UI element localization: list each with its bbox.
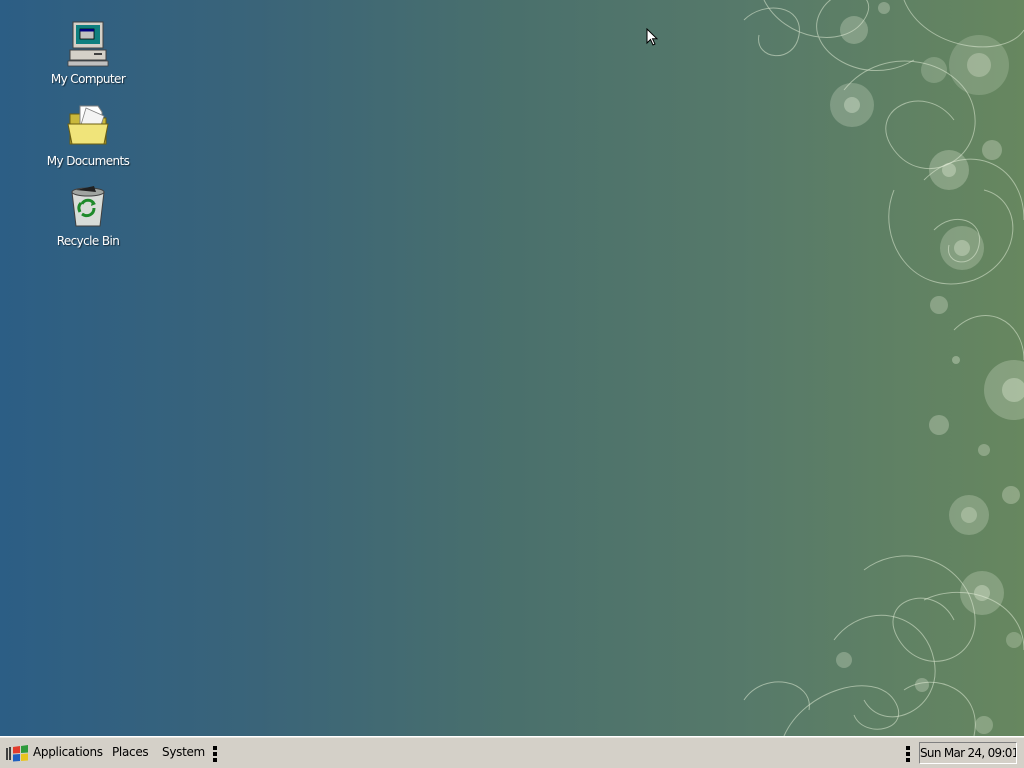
desktop-icon-my-computer[interactable]: My Computer <box>40 20 136 87</box>
wallpaper-swirl-decoration <box>743 0 1024 736</box>
recycle-bin-icon <box>71 186 105 227</box>
mouse-cursor-icon <box>646 28 658 46</box>
desktop-icon-recycle-bin[interactable]: Recycle Bin <box>40 182 136 249</box>
desktop-icon-label: My Documents <box>46 154 130 168</box>
applications-menu[interactable]: Applications <box>33 745 103 759</box>
desktop-icon-label: My Computer <box>50 72 126 86</box>
desktop-icon-label: Recycle Bin <box>56 234 120 248</box>
computer-icon <box>67 21 109 67</box>
windows-logo-icon[interactable] <box>6 745 28 762</box>
desktop[interactable]: My Computer My Documents Recycle Bin <box>0 0 1024 736</box>
panel-drag-handle[interactable] <box>906 746 910 762</box>
places-menu[interactable]: Places <box>112 745 149 759</box>
panel-drag-handle[interactable] <box>213 746 217 762</box>
folder-icon <box>67 105 109 145</box>
taskbar-panel: Applications Places System Sun Mar 24, 0… <box>0 736 1024 768</box>
system-menu[interactable]: System <box>162 745 205 759</box>
desktop-icon-my-documents[interactable]: My Documents <box>40 102 136 169</box>
clock[interactable]: Sun Mar 24, 09:01 <box>919 742 1017 764</box>
